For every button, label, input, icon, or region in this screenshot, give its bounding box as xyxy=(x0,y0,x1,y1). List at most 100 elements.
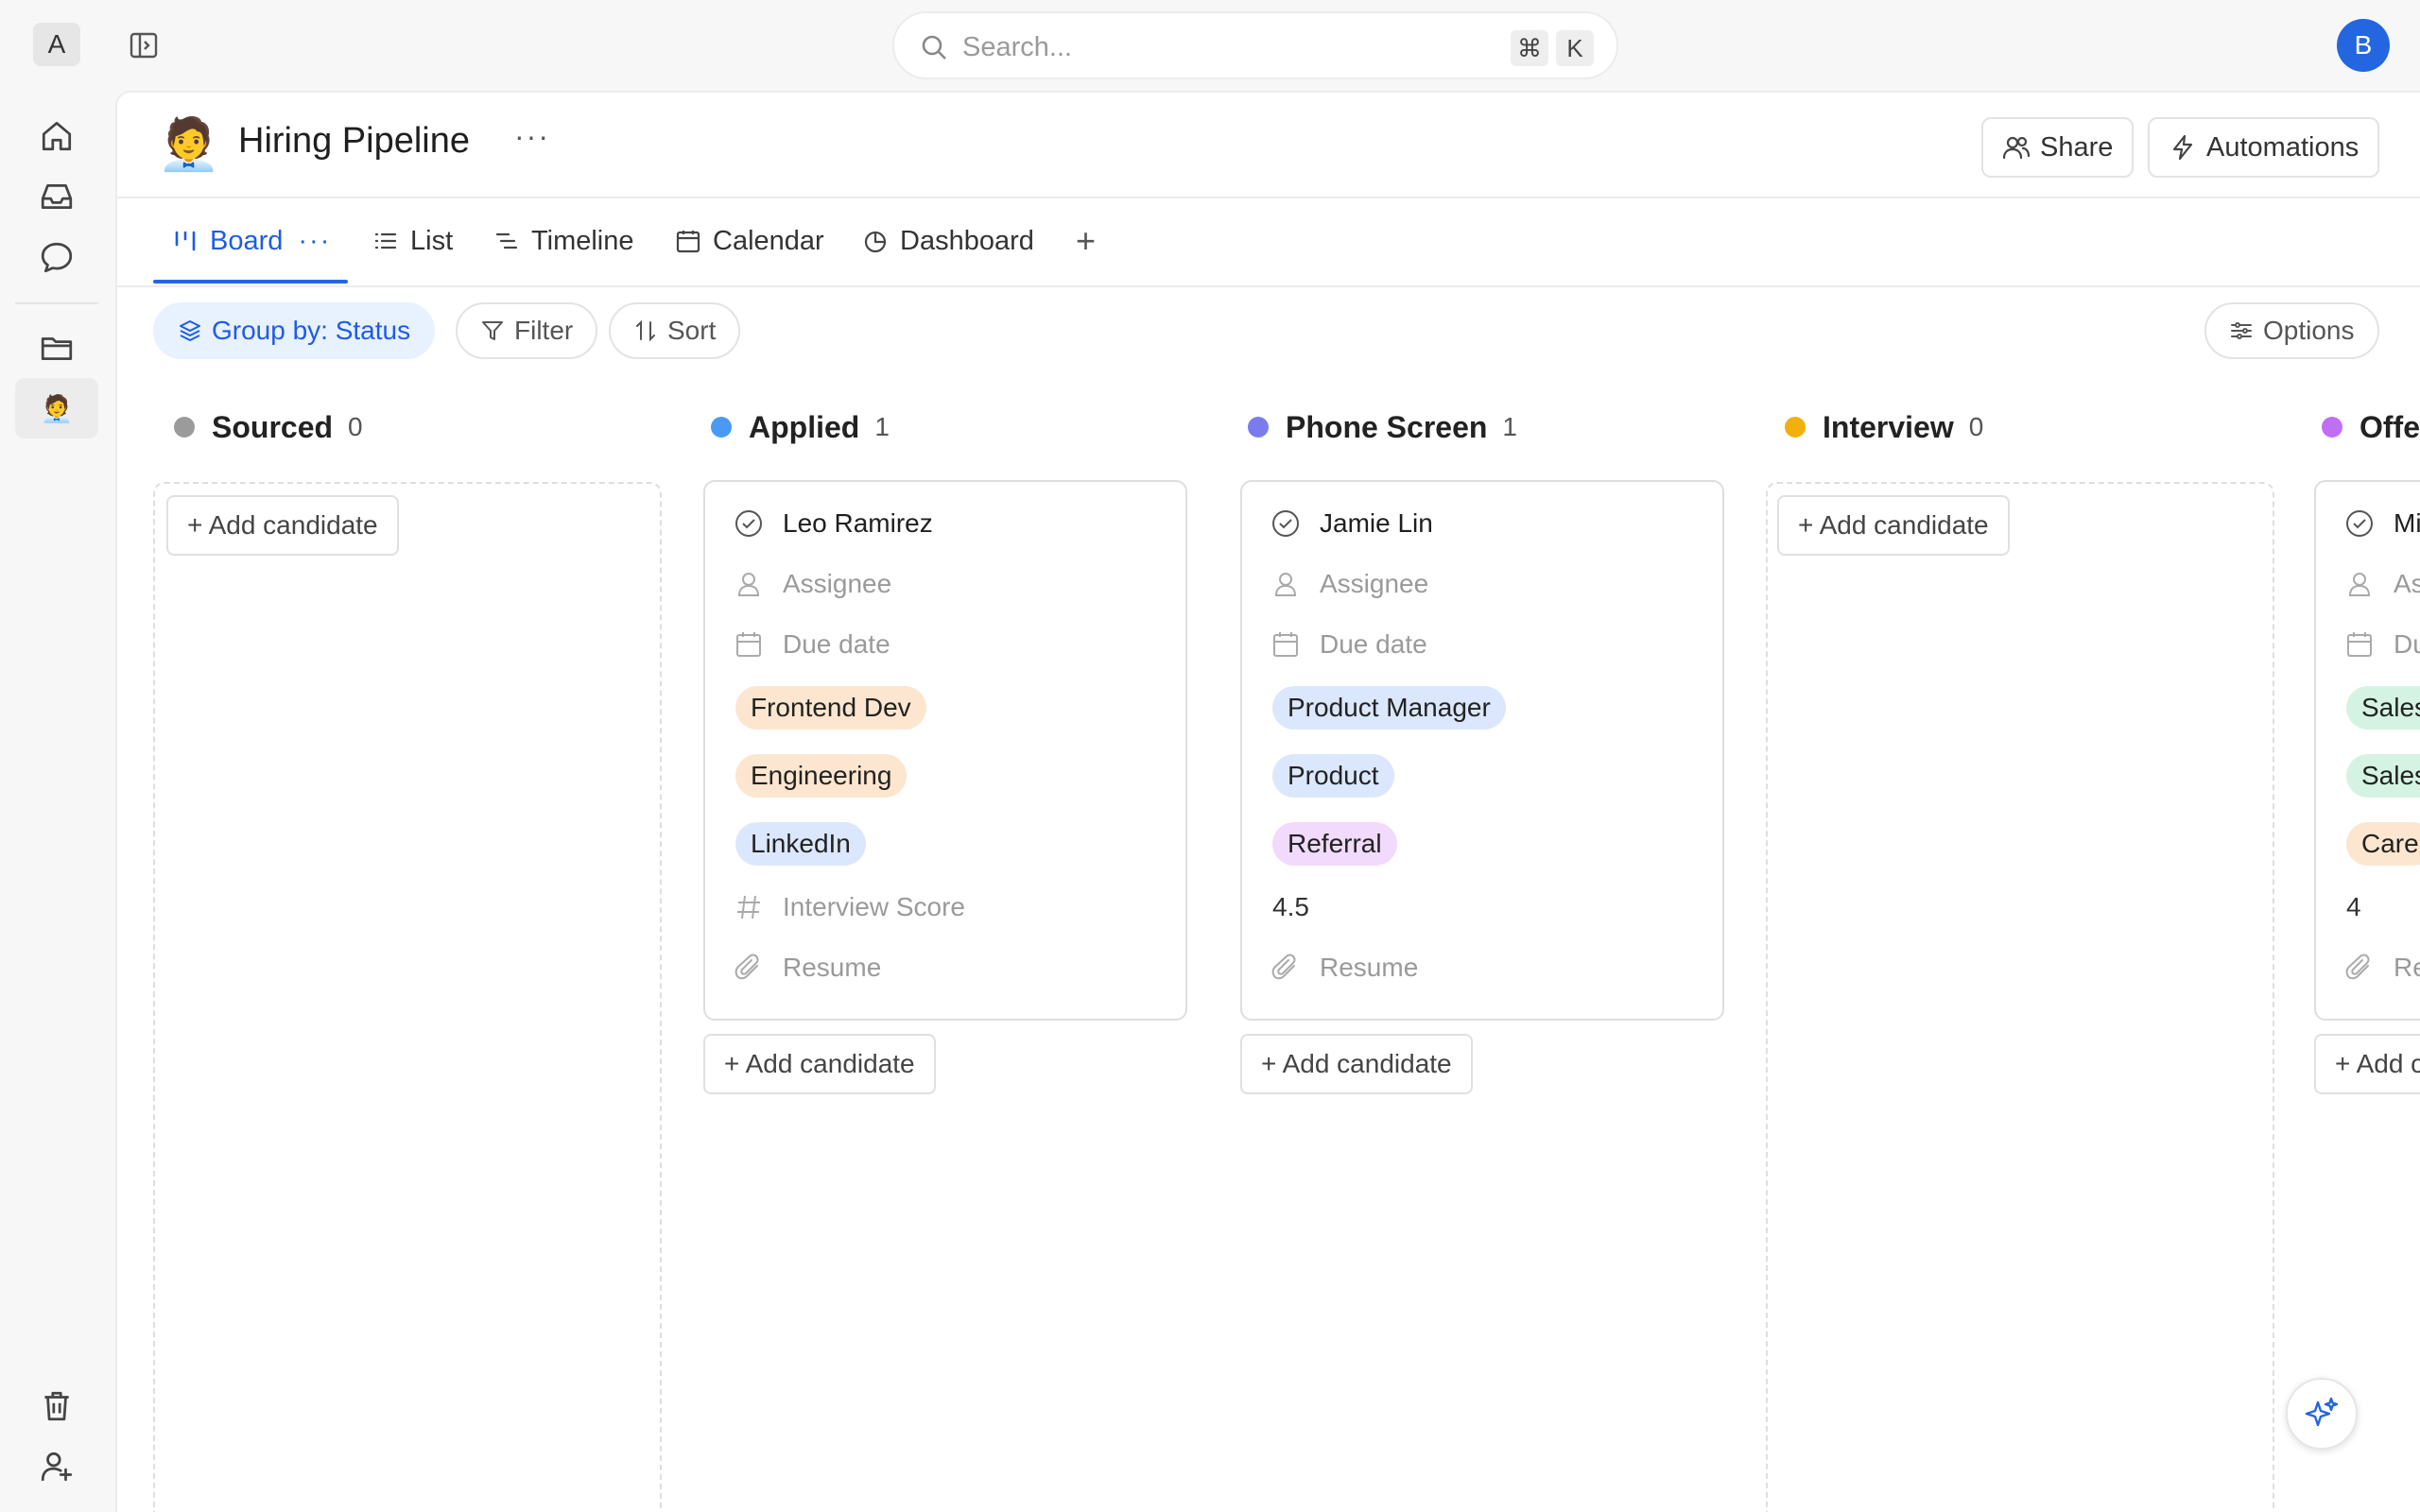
tag-role[interactable]: Product Manager xyxy=(1272,686,1506,730)
candidate-card[interactable]: Leo Ramirez Assignee Due date Frontend D… xyxy=(703,480,1187,1021)
tag-department[interactable]: Engineering xyxy=(735,754,908,798)
column-dropzone-sourced[interactable] xyxy=(153,482,662,1512)
search-bar[interactable]: ⌘ K xyxy=(892,11,1618,79)
assignee-label: Assignee xyxy=(1320,569,1429,598)
filter-button[interactable]: Filter xyxy=(456,302,598,359)
tab-dashboard[interactable]: Dashboard xyxy=(862,217,1034,265)
add-candidate-button[interactable]: + Add c xyxy=(2314,1034,2420,1094)
share-button[interactable]: Share xyxy=(1981,117,2135,178)
due-date-field[interactable]: Due date xyxy=(734,626,890,663)
due-date-field[interactable]: Du xyxy=(2344,626,2420,663)
home-icon[interactable] xyxy=(15,106,98,166)
page-more-button[interactable]: ··· xyxy=(514,119,550,154)
assignee-field[interactable]: As xyxy=(2344,565,2420,603)
column-count: 1 xyxy=(1502,412,1517,441)
sidebar-toggle-icon[interactable] xyxy=(129,30,159,60)
card-title-row[interactable]: Jamie Lin xyxy=(1270,505,1433,542)
calendar-icon xyxy=(1273,632,1298,657)
add-candidate-button[interactable]: + Add candidate xyxy=(1240,1034,1473,1094)
shortcut-cmd: ⌘ xyxy=(1511,30,1548,66)
person-icon xyxy=(2348,573,2371,596)
column-header-offer[interactable]: Offer xyxy=(2322,406,2420,448)
tag-department[interactable]: Product xyxy=(1272,754,1394,798)
check-circle-icon[interactable] xyxy=(1270,508,1301,539)
tab-calendar[interactable]: Calendar xyxy=(675,217,824,265)
user-avatar[interactable]: B xyxy=(2337,19,2390,72)
check-circle-icon[interactable] xyxy=(2344,508,2375,539)
assignee-field[interactable]: Assignee xyxy=(1270,565,1428,603)
interview-score-field[interactable]: 4.5 xyxy=(1272,888,1309,926)
interview-score-field[interactable]: Interview Score xyxy=(734,888,965,926)
calendar-icon xyxy=(2347,632,2372,657)
tab-list[interactable]: List xyxy=(372,217,453,265)
resume-label: Re xyxy=(2394,953,2420,982)
candidate-card[interactable]: Jamie Lin Assignee Due date Product Mana… xyxy=(1240,480,1724,1021)
add-candidate-button[interactable]: + Add candidate xyxy=(703,1034,936,1094)
tag-source[interactable]: LinkedIn xyxy=(735,822,866,866)
group-by-button[interactable]: Group by: Status xyxy=(153,302,436,359)
tag-role[interactable]: Sales xyxy=(2346,686,2420,730)
interview-score-value: Interview Score xyxy=(783,892,965,921)
add-view-button[interactable]: + xyxy=(1076,217,1096,265)
sort-button[interactable]: Sort xyxy=(609,302,741,359)
chat-icon[interactable] xyxy=(15,227,98,287)
page-emoji-icon[interactable]: 🧑‍💼 xyxy=(157,115,220,175)
status-dot xyxy=(711,417,732,438)
view-tabs: Board ··· List Timeline Calendar Dashboa… xyxy=(117,198,2420,285)
ai-assistant-button[interactable] xyxy=(2286,1378,2358,1450)
add-user-icon[interactable] xyxy=(15,1436,98,1497)
tab-timeline-label: Timeline xyxy=(531,225,634,256)
inbox-icon[interactable] xyxy=(15,166,98,227)
options-button[interactable]: Options xyxy=(2204,302,2379,359)
options-label: Options xyxy=(2263,316,2355,345)
tag-source[interactable]: Care xyxy=(2346,822,2420,866)
tab-dashboard-label: Dashboard xyxy=(900,225,1034,256)
page-title[interactable]: Hiring Pipeline xyxy=(238,121,470,162)
check-circle-icon[interactable] xyxy=(734,508,764,539)
calendar-icon xyxy=(676,231,700,253)
column-header-phone-screen[interactable]: Phone Screen 1 xyxy=(1248,406,1517,448)
automations-button[interactable]: Automations xyxy=(2148,117,2380,178)
workspace-avatar[interactable]: A xyxy=(33,23,80,66)
tab-list-label: List xyxy=(410,225,454,256)
card-title-row[interactable]: Mi xyxy=(2344,505,2420,542)
hiring-pipeline-nav-item[interactable]: 🧑‍💼 xyxy=(15,378,98,438)
candidate-card[interactable]: Mi As Du Sales Sales Care 4 Re xyxy=(2314,480,2420,1021)
paperclip-icon xyxy=(1271,954,1296,980)
sliders-icon xyxy=(2231,322,2252,339)
tag-department[interactable]: Sales xyxy=(2346,754,2420,798)
automations-label: Automations xyxy=(2206,131,2360,163)
lightning-icon xyxy=(2172,134,2193,161)
tag-source[interactable]: Referral xyxy=(1272,822,1397,866)
folder-icon[interactable] xyxy=(15,318,98,378)
column-header-interview[interactable]: Interview 0 xyxy=(1785,406,1983,448)
tab-board-more-button[interactable]: ··· xyxy=(298,226,331,257)
tag-role[interactable]: Frontend Dev xyxy=(735,686,926,730)
hash-icon xyxy=(737,895,760,919)
resume-field[interactable]: Resume xyxy=(1270,949,1418,987)
trash-icon[interactable] xyxy=(15,1376,98,1436)
due-date-field[interactable]: Due date xyxy=(1270,626,1427,663)
tab-timeline[interactable]: Timeline xyxy=(493,217,634,265)
column-dropzone-interview[interactable] xyxy=(1766,482,2274,1512)
card-title-row[interactable]: Leo Ramirez xyxy=(734,505,933,542)
sort-label: Sort xyxy=(667,316,717,345)
layers-icon xyxy=(180,320,200,341)
tab-board[interactable]: Board ··· xyxy=(172,217,331,265)
status-dot xyxy=(1248,417,1269,438)
add-candidate-button[interactable]: + Add candidate xyxy=(166,495,399,556)
assignee-field[interactable]: Assignee xyxy=(734,565,891,603)
dashboard-icon xyxy=(864,231,887,253)
interview-score-field[interactable]: 4 xyxy=(2346,888,2361,926)
search-input[interactable] xyxy=(962,28,1435,66)
resume-field[interactable]: Resume xyxy=(734,949,881,987)
resume-label: Resume xyxy=(783,953,882,982)
resume-field[interactable]: Re xyxy=(2344,949,2420,987)
candidate-name: Leo Ramirez xyxy=(783,508,933,538)
column-header-sourced[interactable]: Sourced 0 xyxy=(174,406,363,448)
column-count: 1 xyxy=(874,412,890,441)
add-candidate-button[interactable]: + Add candidate xyxy=(1777,495,2010,556)
paperclip-icon xyxy=(735,954,759,980)
tab-calendar-label: Calendar xyxy=(713,225,824,256)
column-header-applied[interactable]: Applied 1 xyxy=(711,406,890,448)
